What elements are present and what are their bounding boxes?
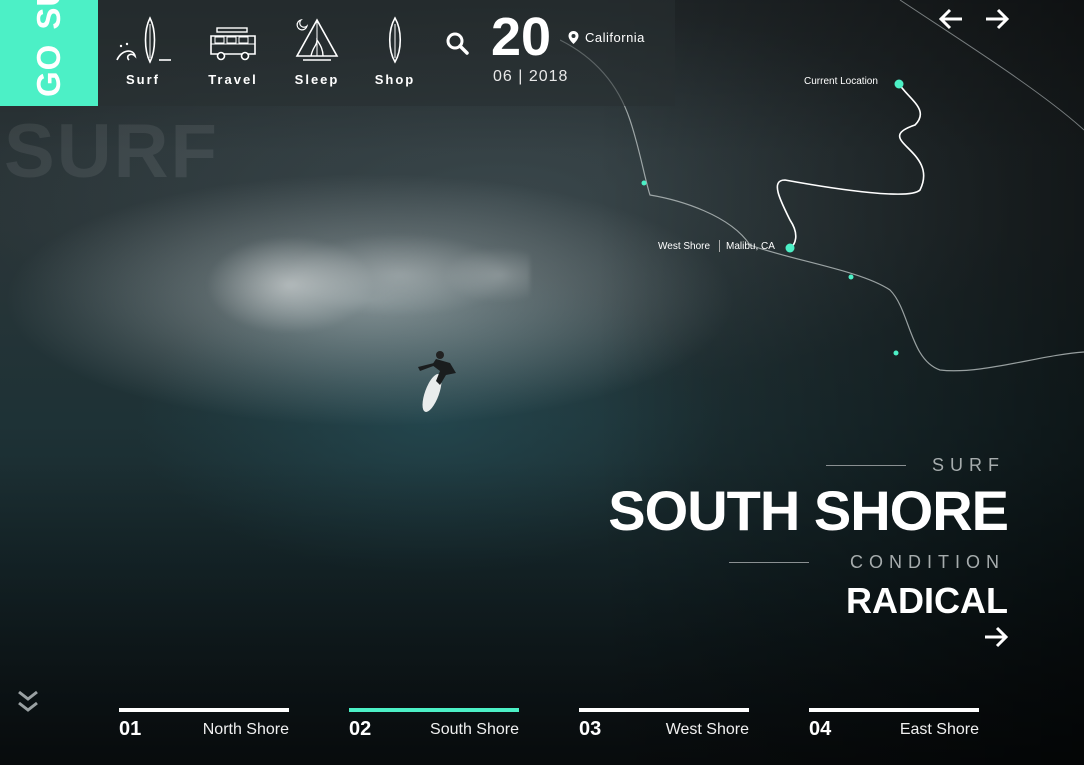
- van-icon: [210, 27, 256, 61]
- west-shore-label: West Shore: [658, 241, 711, 252]
- nav-item-shop[interactable]: Shop: [360, 16, 430, 87]
- map-label-divider: [719, 240, 720, 252]
- tab-number: 03: [579, 718, 602, 740]
- tab-number: 04: [809, 718, 832, 740]
- tab-number: 01: [119, 718, 142, 740]
- tab-north-shore[interactable]: 01 North Shore: [119, 708, 289, 748]
- surf-label: SURF: [932, 455, 1005, 475]
- location-pin-icon: [568, 31, 579, 44]
- tab-east-shore[interactable]: 04 East Shore: [809, 708, 979, 748]
- background-word: SURF: [4, 109, 219, 194]
- brand-logo[interactable]: GO SURF: [30, 0, 68, 97]
- tab-label: West Shore: [665, 721, 749, 738]
- condition-value: RADICAL: [846, 580, 1008, 621]
- nav-label-sleep: Sleep: [294, 72, 340, 87]
- tab-label: North Shore: [202, 721, 289, 738]
- nav-label-travel: Travel: [208, 72, 258, 87]
- hero-title: SOUTH SHORE: [608, 479, 1009, 542]
- brand-surf: SURF: [30, 0, 67, 30]
- tab-south-shore[interactable]: 02 South Shore: [349, 708, 519, 748]
- surfboard-wave-icon: [116, 16, 171, 64]
- location-indicator: California: [568, 30, 645, 45]
- tab-label: East Shore: [899, 721, 979, 738]
- nav-label-shop: Shop: [374, 72, 416, 87]
- next-arrow-icon[interactable]: [984, 8, 1010, 30]
- tab-number: 02: [349, 718, 372, 740]
- tab-west-shore[interactable]: 03 West Shore: [579, 708, 749, 748]
- campfire-tent-icon: [295, 18, 339, 61]
- date-month-year: 06 | 2018: [493, 68, 569, 85]
- tab-label: South Shore: [430, 721, 519, 738]
- surf-label-divider: [826, 465, 906, 466]
- location-text: California: [585, 30, 645, 45]
- scroll-down-chevron-icon[interactable]: [17, 689, 39, 715]
- brand-go: GO: [30, 43, 67, 97]
- date-day: 20: [491, 7, 552, 67]
- previous-arrow-icon[interactable]: [938, 8, 964, 30]
- surfboard-icon: [388, 16, 402, 64]
- nav-item-sleep[interactable]: Sleep: [282, 16, 352, 87]
- nav-item-travel[interactable]: Travel: [198, 16, 268, 87]
- condition-label: CONDITION: [850, 552, 1005, 572]
- malibu-label: Malibu, CA: [726, 241, 775, 252]
- nav-item-surf[interactable]: Surf: [108, 16, 178, 87]
- condition-label-divider: [729, 562, 809, 563]
- nav-label-surf: Surf: [126, 72, 160, 87]
- hero-next-arrow-icon[interactable]: [983, 626, 1009, 648]
- search-icon[interactable]: [444, 30, 470, 56]
- current-location-label: Current Location: [804, 76, 878, 87]
